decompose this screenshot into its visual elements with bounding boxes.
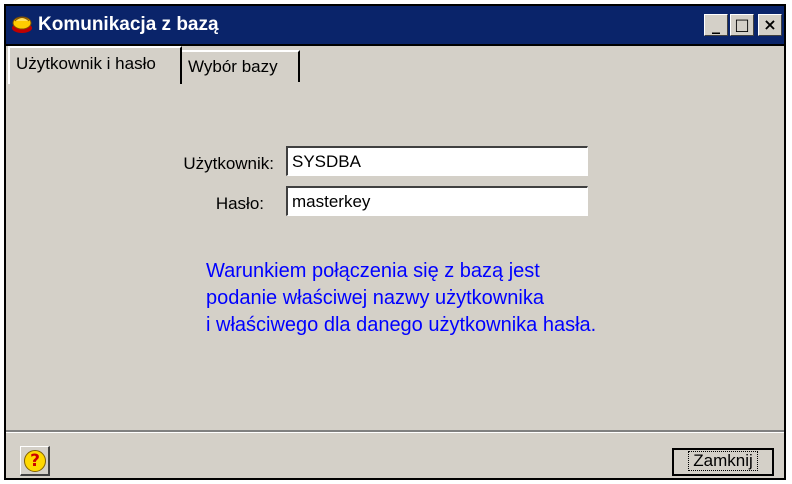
question-mark-icon: ? (24, 450, 46, 472)
close-button-label: Zamknij (688, 451, 758, 471)
info-line: i właściwego dla danego użytkownika hasł… (206, 314, 597, 336)
maximize-button[interactable]: □ (730, 14, 754, 36)
user-input[interactable] (286, 146, 588, 176)
info-line: Warunkiem połączenia się z bazą jest (206, 260, 540, 282)
title-bar[interactable]: Komunikacja z bazą _ □ × (6, 6, 784, 46)
password-input[interactable] (286, 186, 588, 216)
info-line: podanie właściwej nazwy użytkownika (206, 287, 544, 309)
database-app-icon (12, 16, 32, 33)
dialog-window: Komunikacja z bazą _ □ × Użytkownik i ha… (4, 4, 786, 480)
close-window-button[interactable]: × (758, 14, 782, 36)
window-title: Komunikacja z bazą (38, 14, 219, 35)
user-label: Użytkownik: (183, 154, 274, 173)
footer-separator (6, 430, 784, 433)
password-label: Hasło: (215, 194, 264, 213)
minimize-button[interactable]: _ (704, 14, 728, 36)
tab-database-selection[interactable]: Wybór bazy (182, 50, 300, 82)
close-button[interactable]: Zamknij (672, 448, 774, 476)
tab-panel: Użytkownik: Hasło: Warunkiem połączenia … (6, 82, 784, 430)
info-message: Warunkiem połączenia się z bazą jest pod… (206, 258, 596, 339)
help-button[interactable]: ? (20, 446, 50, 476)
tab-user-password[interactable]: Użytkownik i hasło (8, 46, 182, 84)
tab-strip: Użytkownik i hasło Wybór bazy (6, 44, 784, 120)
